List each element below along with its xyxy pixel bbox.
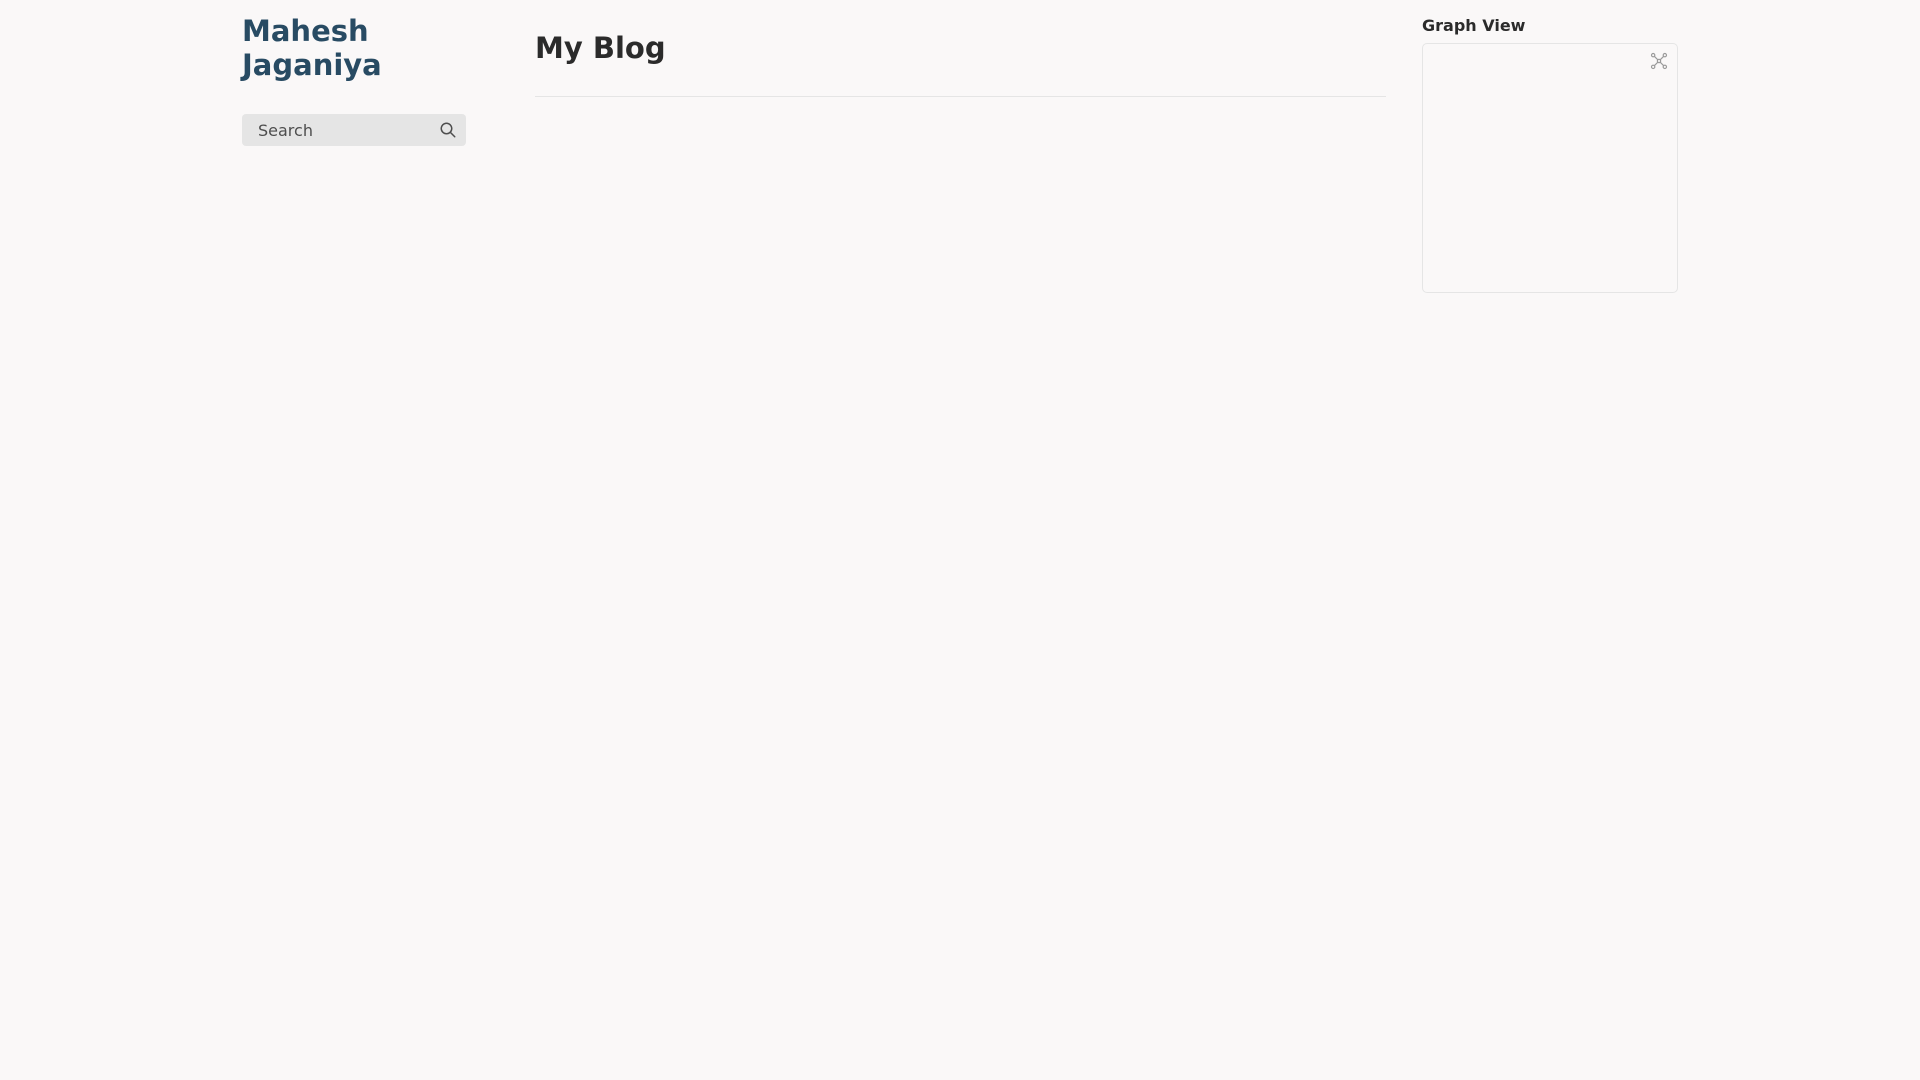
search-icon [440, 122, 456, 138]
page-title: My Blog [535, 31, 666, 65]
page: Mahesh Jaganiya Search My Blog Graph Vie… [0, 0, 1920, 1080]
right-sidebar: Graph View [1422, 0, 1678, 293]
site-title[interactable]: Mahesh Jaganiya [242, 14, 466, 82]
graph-heading: Graph View [1422, 16, 1526, 35]
main-content: My Blog [535, 0, 1386, 97]
search-placeholder: Search [258, 120, 313, 140]
divider [535, 96, 1386, 97]
search-button[interactable]: Search [242, 114, 466, 146]
graph-canvas[interactable] [1423, 44, 1677, 292]
graph-container[interactable] [1422, 43, 1678, 293]
left-sidebar: Mahesh Jaganiya Search [242, 0, 466, 146]
global-graph-icon[interactable] [1649, 51, 1669, 71]
